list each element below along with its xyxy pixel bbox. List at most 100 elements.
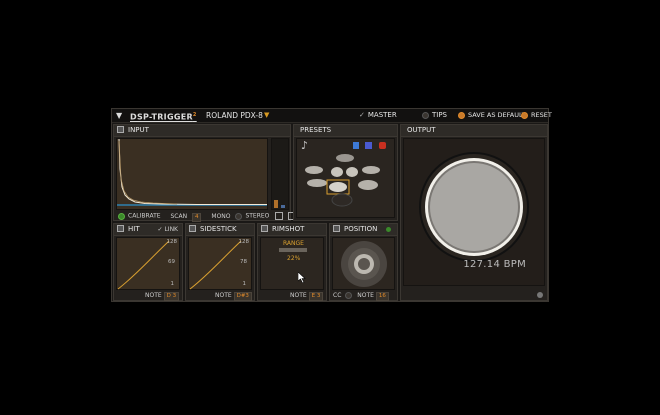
output-header: OUTPUT xyxy=(401,125,547,137)
master-label: MASTER xyxy=(367,111,397,119)
rimshot-note-value[interactable]: E 3 xyxy=(308,292,324,301)
sidestick-panel: SIDESTICK 128 78 1 NOTE D#3 xyxy=(185,223,255,301)
kick-drum[interactable] xyxy=(331,193,353,207)
input-waveform-display xyxy=(116,138,268,210)
scan-value[interactable]: 4 xyxy=(191,212,202,222)
sidestick-scale-top: 128 xyxy=(238,239,250,245)
logo-text: DSP-TRIGGER xyxy=(130,112,193,122)
position-display xyxy=(332,237,395,290)
calibrate-led-icon[interactable] xyxy=(118,212,125,220)
hit-panel: HIT ✓ LINK 128 69 1 NOTE D 3 xyxy=(113,223,183,301)
hit-title: HIT xyxy=(128,225,140,233)
preset-selector[interactable]: ROLAND PDX-8 xyxy=(206,109,263,122)
sidestick-scale-mid: 78 xyxy=(240,259,247,265)
master-toggle[interactable]: ✓ MASTER xyxy=(359,109,397,122)
input-header: INPUT xyxy=(114,125,290,137)
menu-dropdown-icon[interactable]: ▼ xyxy=(116,109,122,122)
position-note-value[interactable]: 16 xyxy=(375,292,389,301)
hit-note-label: NOTE xyxy=(145,292,162,299)
sidestick-velocity-curve: 128 78 1 xyxy=(188,237,252,290)
input-settings-icon[interactable] xyxy=(275,212,284,220)
plugin-logo: DSP-TRIGGER2 xyxy=(130,109,197,124)
sidestick-header: SIDESTICK xyxy=(186,224,254,236)
hihat-left[interactable] xyxy=(305,166,323,174)
presets-header: PRESETS xyxy=(294,125,397,137)
cymbal-top[interactable] xyxy=(336,154,354,162)
stereo-label[interactable]: STEREO xyxy=(245,213,269,220)
drum-kit-diagram xyxy=(305,154,380,207)
rimshot-note-row: NOTE E 3 xyxy=(290,292,324,301)
waveform-graph xyxy=(117,139,267,206)
sidestick-power-icon[interactable] xyxy=(189,224,196,232)
position-led-icon[interactable] xyxy=(386,227,391,232)
position-power-icon[interactable] xyxy=(333,224,340,232)
input-controls-row: CALIBRATE SCAN 4 MONO STEREO xyxy=(118,212,303,222)
output-pad-head[interactable] xyxy=(430,163,518,251)
presets-panel: PRESETS ♪ xyxy=(293,124,398,221)
save-as-default-button[interactable]: SAVE AS DEFAULT xyxy=(458,109,526,122)
input-power-icon[interactable] xyxy=(117,125,124,133)
hit-curve-line[interactable] xyxy=(117,240,170,290)
rimshot-power-icon[interactable] xyxy=(261,224,268,232)
top-bar: ▼ DSP-TRIGGER2 ROLAND PDX-8 ▼ ✓ MASTER TI… xyxy=(112,109,552,124)
rimshot-panel: RIMSHOT RANGE 22% NOTE E 3 xyxy=(257,223,327,301)
mono-stereo-switch-icon[interactable] xyxy=(235,212,243,220)
cymbal-left[interactable] xyxy=(307,179,327,187)
preset-dropdown-icon[interactable]: ▼ xyxy=(264,109,269,122)
sidestick-note-label: NOTE xyxy=(215,292,232,299)
range-value: 22% xyxy=(287,255,301,262)
dsp-trigger-plugin: ▼ DSP-TRIGGER2 ROLAND PDX-8 ▼ ✓ MASTER TI… xyxy=(111,108,552,302)
hit-velocity-curve: 128 69 1 xyxy=(116,237,180,290)
sidestick-note-row: NOTE D#3 xyxy=(215,292,252,301)
rimshot-note-label: NOTE xyxy=(290,292,307,299)
scan-label: SCAN xyxy=(170,212,188,220)
tom-1[interactable] xyxy=(331,167,343,177)
hit-note-value[interactable]: D 3 xyxy=(163,292,180,301)
meter-bar-right xyxy=(281,205,285,208)
rimshot-header: RIMSHOT xyxy=(258,224,326,236)
hit-scale-bot: 1 xyxy=(170,281,175,287)
position-note-label: NOTE xyxy=(357,292,374,299)
tom-2[interactable] xyxy=(346,167,358,177)
sidestick-scale-bot: 1 xyxy=(242,281,247,287)
ride-cymbal[interactable] xyxy=(358,180,378,190)
reset-dot-icon xyxy=(521,111,528,119)
tips-dot-icon xyxy=(422,111,429,119)
range-slider[interactable] xyxy=(279,248,307,252)
input-title: INPUT xyxy=(128,126,149,134)
hit-note-row: NOTE D 3 xyxy=(145,292,180,301)
hit-power-icon[interactable] xyxy=(117,224,124,232)
reset-button[interactable]: RESET xyxy=(521,109,552,122)
position-center xyxy=(358,258,370,270)
mouse-cursor-icon xyxy=(298,272,306,283)
sidestick-title: SIDESTICK xyxy=(200,225,237,233)
hit-scale-mid: 69 xyxy=(168,259,175,265)
master-check-icon: ✓ xyxy=(359,111,365,119)
hit-header: HIT ✓ LINK xyxy=(114,224,182,236)
position-pad-visual xyxy=(341,241,387,287)
save-dot-icon xyxy=(458,111,465,119)
calibrate-label[interactable]: CALIBRATE xyxy=(128,213,161,220)
input-decay-curve xyxy=(118,140,178,205)
bpm-readout: 127.14 BPM xyxy=(463,259,526,270)
hit-link-toggle[interactable]: ✓ LINK xyxy=(158,224,178,235)
drum-kit-view: ♪ xyxy=(296,138,395,218)
tips-toggle[interactable]: TIPS xyxy=(422,109,447,122)
logo-mark: 2 xyxy=(192,112,197,118)
crash-right[interactable] xyxy=(362,166,380,174)
sidestick-curve-line[interactable] xyxy=(189,240,242,290)
sidestick-note-value[interactable]: D#3 xyxy=(233,292,252,301)
input-level-meter xyxy=(271,138,289,210)
input-panel: INPUT CALIBRATE SCAN 4 MONO STEREO xyxy=(113,124,303,222)
save-as-default-label: SAVE AS DEFAULT xyxy=(468,111,526,119)
position-cc-toggle-icon[interactable] xyxy=(345,292,353,299)
output-title: OUTPUT xyxy=(407,126,436,134)
position-title: POSITION xyxy=(344,225,378,233)
snare-pad[interactable] xyxy=(329,182,347,192)
output-corner-icon[interactable] xyxy=(537,292,543,298)
rimshot-title: RIMSHOT xyxy=(272,225,305,233)
position-panel: POSITION CC NOTE 16 xyxy=(329,223,398,301)
hit-scale-top: 128 xyxy=(166,239,178,245)
position-header: POSITION xyxy=(330,224,397,236)
mono-label[interactable]: MONO xyxy=(211,213,230,220)
